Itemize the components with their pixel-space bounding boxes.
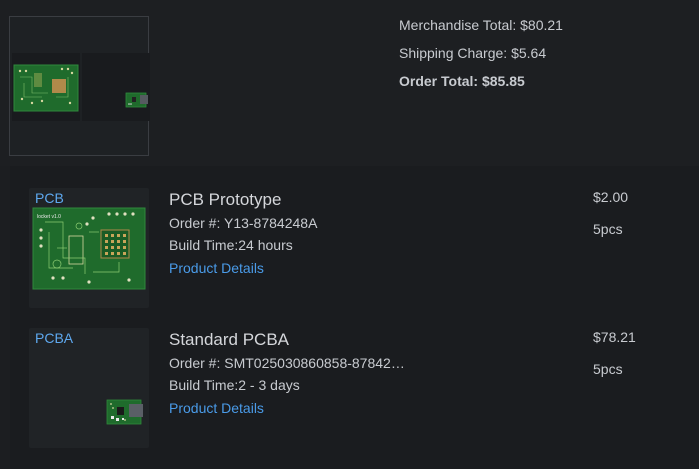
item-price: $2.00 (593, 189, 629, 205)
build-time: Build Time:2 - 3 days (169, 377, 300, 393)
order-thumbnails (9, 16, 150, 156)
order-total: Order Total: $85.85 (399, 73, 525, 89)
pcb-thumbnail[interactable] (12, 53, 80, 121)
order-items: PCB locket v1.0 PCB Prototype Order #: Y… (10, 166, 699, 469)
pcba-board-image (125, 92, 148, 108)
pcba-board-image (106, 399, 143, 425)
build-time: Build Time:24 hours (169, 237, 293, 253)
item-title: PCB Prototype (169, 190, 282, 209)
item-image[interactable]: PCBA (29, 328, 149, 448)
item-image[interactable]: PCB locket v1.0 (29, 188, 149, 308)
order-item-pcb: PCB locket v1.0 PCB Prototype Order #: Y… (29, 188, 689, 308)
item-price: $78.21 (593, 329, 636, 345)
pcb-board-image (13, 64, 79, 112)
product-details-link[interactable]: Product Details (169, 400, 264, 416)
item-quantity: 5pcs (593, 361, 623, 377)
merchandise-total: Merchandise Total: $80.21 (399, 17, 563, 33)
order-number: Order #: SMT025030860858-87842… (169, 355, 405, 371)
order-totals: Merchandise Total: $80.21 Shipping Charg… (399, 16, 563, 100)
svg-text:locket v1.0: locket v1.0 (37, 214, 61, 220)
order-summary-panel: Merchandise Total: $80.21 Shipping Charg… (0, 0, 699, 166)
pcb-board-image: locket v1.0 (32, 207, 146, 290)
pcba-thumbnail[interactable] (82, 53, 150, 121)
product-details-link[interactable]: Product Details (169, 260, 264, 276)
item-title: Standard PCBA (169, 330, 290, 349)
item-quantity: 5pcs (593, 221, 623, 237)
order-number: Order #: Y13-8784248A (169, 215, 318, 231)
shipping-charge: Shipping Charge: $5.64 (399, 45, 547, 61)
order-item-pcba: PCBA Standard PCBA Order #: SMT025030860… (29, 328, 689, 448)
